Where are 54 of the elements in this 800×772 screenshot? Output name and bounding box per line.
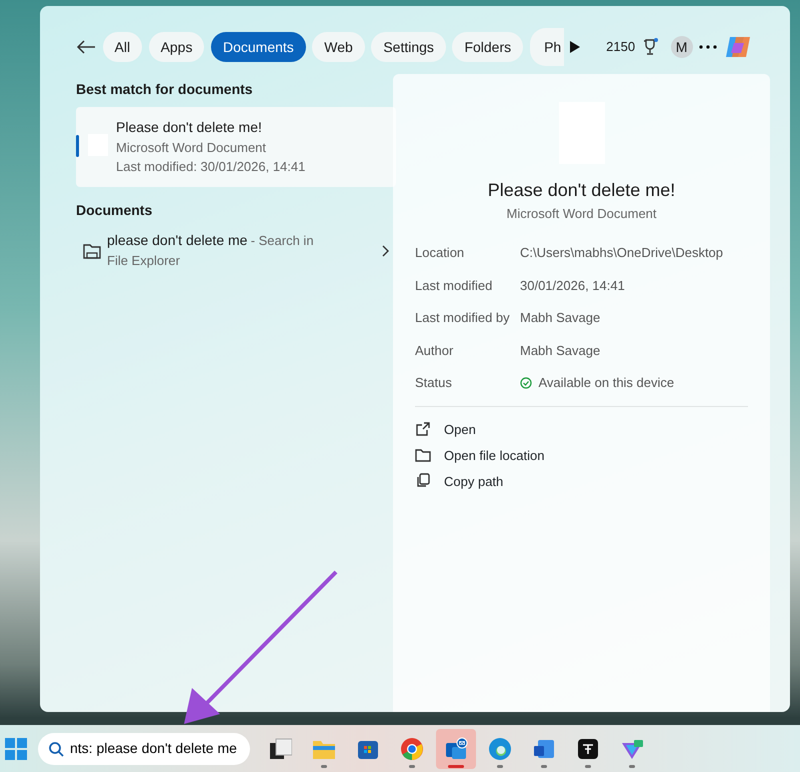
browser-icon xyxy=(400,736,424,760)
selection-indicator xyxy=(76,134,79,156)
property-value: C:\Users\mabhs\OneDrive\Desktop xyxy=(520,244,724,262)
check-circle-icon xyxy=(520,376,532,389)
property-label: Last modified xyxy=(415,276,494,294)
action-link[interactable]: Open file location xyxy=(415,446,748,465)
property-value: Mabh Savage xyxy=(520,309,600,327)
folder-icon xyxy=(415,447,431,464)
result-location: File Explorer xyxy=(107,252,181,270)
search-in-explorer-result[interactable]: please don't delete me - Search in File Explorer xyxy=(76,227,396,274)
avatar[interactable]: M xyxy=(670,36,693,58)
start-icon[interactable] xyxy=(4,736,28,760)
search-icon xyxy=(48,740,64,756)
action-link[interactable]: Copy path xyxy=(415,472,748,491)
filter-tab[interactable]: Settings xyxy=(371,32,446,62)
search-field[interactable]: nts: please don't delete me xyxy=(70,738,240,759)
property-value: Available on this device xyxy=(538,374,674,392)
result-modified: Last modified: 30/01/2026, 14:41 xyxy=(116,158,306,176)
copy-icon xyxy=(415,473,431,490)
property-label: Last modified by xyxy=(415,309,511,327)
section-heading: Best match for documents xyxy=(76,80,254,99)
property-value: Mabh Savage xyxy=(520,342,600,360)
mail-icon xyxy=(444,736,468,760)
result-type: Microsoft Word Document xyxy=(116,138,268,156)
browser-icon xyxy=(488,736,512,760)
filter-tab[interactable]: Folders xyxy=(452,32,524,62)
action-link[interactable]: Open xyxy=(415,420,748,439)
points-count: 2150 xyxy=(606,38,636,56)
filter-tab[interactable]: Documents xyxy=(210,32,306,62)
back-icon[interactable] xyxy=(76,39,96,55)
folder-icon xyxy=(82,242,100,258)
filter-tab[interactable]: All xyxy=(102,32,142,62)
best-match-result[interactable]: Please don't delete me! Microsoft Word Document Last modified: 30/01/2026, 14:41 xyxy=(76,106,396,186)
property-label: Author xyxy=(415,342,454,360)
detail-title: Please don't delete me! xyxy=(486,179,676,202)
filter-tab[interactable]: Ph xyxy=(530,28,564,66)
trophy-icon[interactable] xyxy=(642,38,658,56)
property-label: Status xyxy=(415,374,453,392)
open-external-icon xyxy=(415,421,431,438)
detail-type: Microsoft Word Document xyxy=(505,205,658,223)
section-heading: Documents xyxy=(76,200,154,220)
result-hint: - Search in xyxy=(250,232,314,250)
result-title: please don't delete me xyxy=(107,231,248,250)
task-view-icon xyxy=(268,736,292,760)
more-icon[interactable] xyxy=(699,45,718,49)
filter-tab[interactable]: Apps xyxy=(148,32,204,62)
search-box[interactable]: nts: please don't delete me xyxy=(38,732,250,764)
property-value: 30/01/2026, 14:41 xyxy=(520,276,625,294)
play-icon[interactable] xyxy=(570,41,580,53)
terminal-icon xyxy=(576,736,600,760)
property-label: Location xyxy=(415,244,466,262)
result-title: Please don't delete me! xyxy=(116,118,263,136)
chevron-right-icon xyxy=(382,244,390,256)
filter-tab[interactable]: Web xyxy=(312,32,365,62)
